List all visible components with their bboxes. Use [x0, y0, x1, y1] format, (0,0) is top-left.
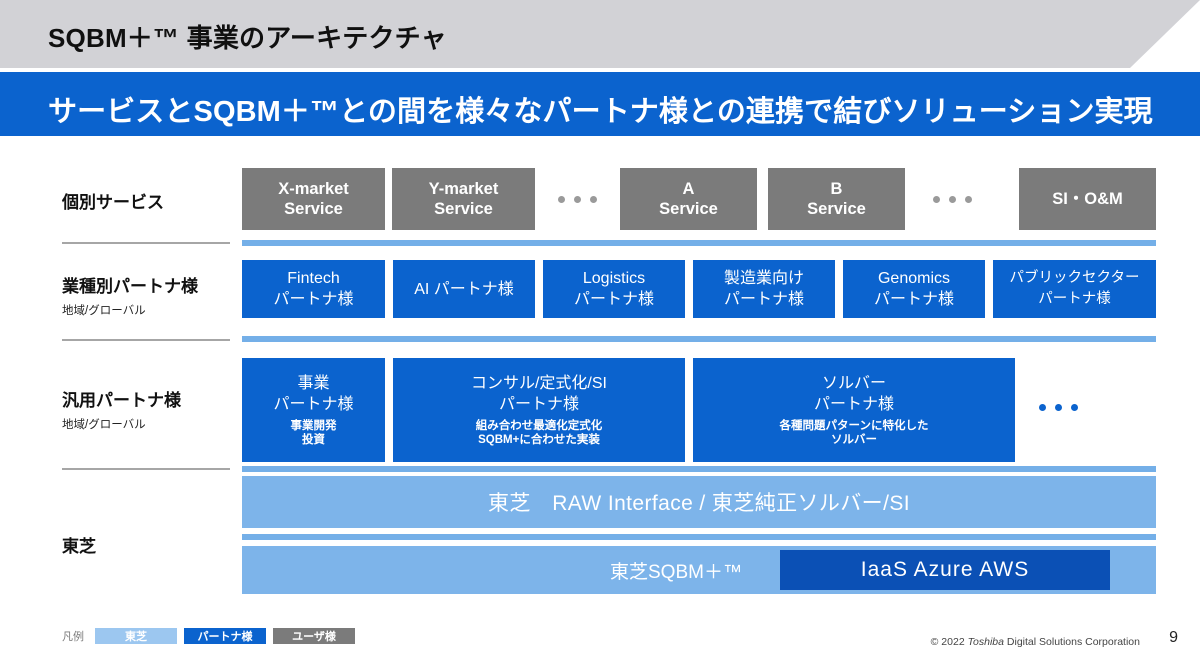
- general-partner-box-solver[interactable]: ソルバー パートナ様 各種問題パターンに特化した ソルバー: [693, 358, 1015, 462]
- service-box-a[interactable]: A Service: [620, 168, 757, 230]
- general-partner-line1: 事業: [297, 375, 330, 392]
- row-label-toshiba: 東芝: [62, 536, 242, 557]
- ellipsis-general-partners: [1039, 404, 1078, 411]
- general-partner-line2: パートナ様: [813, 396, 894, 413]
- partner-box-fintech[interactable]: Fintech パートナ様: [242, 260, 385, 318]
- legend-caption: 凡例: [62, 631, 84, 643]
- general-partner-box-business[interactable]: 事業 パートナ様 事業開発 投資: [242, 358, 385, 462]
- ellipsis-services-1: [558, 196, 597, 203]
- dot-icon: [965, 196, 972, 203]
- service-box-line1: B: [830, 180, 843, 198]
- row-divider-2: [62, 339, 230, 341]
- partner-box-line1: AI パートナ様: [414, 280, 514, 298]
- toshiba-raw-interface-text: 東芝 RAW Interface / 東芝純正ソルバー/SI: [488, 492, 910, 515]
- page-title: SQBM＋™ 事業のアーキテクチャ: [48, 23, 447, 53]
- iaas-providers-text: IaaS Azure AWS: [860, 558, 1030, 581]
- general-partner-box-consulting[interactable]: コンサル/定式化/SI パートナ様 組み合わせ最適化定式化 SQBM+に合わせた…: [393, 358, 685, 462]
- general-partner-line3: 事業開発: [290, 420, 337, 432]
- partner-box-public-sector[interactable]: パブリックセクター パートナ様: [993, 260, 1156, 318]
- partner-box-line2: パートナ様: [873, 291, 954, 308]
- partner-box-logistics[interactable]: Logistics パートナ様: [543, 260, 685, 318]
- dot-icon: [933, 196, 940, 203]
- title-banner-text: サービスとSQBM＋™との間を様々なパートナ様との連携で結びソリューション実現: [48, 96, 1153, 128]
- connector-bar-4: [242, 534, 1156, 540]
- service-box-x-market[interactable]: X-market Service: [242, 168, 385, 230]
- toshiba-sqbm-band[interactable]: 東芝SQBM＋™ IaaS Azure AWS: [242, 546, 1156, 594]
- connector-bar-2: [242, 336, 1156, 342]
- row-label-general-partners: 汎用パートナ様 地域/グローバル: [62, 390, 242, 432]
- copyright-post: Digital Solutions Corporation: [1004, 636, 1140, 648]
- dot-icon: [1071, 404, 1078, 411]
- partner-box-line1: Genomics: [877, 270, 951, 287]
- partner-box-line2: パートナ様: [273, 291, 354, 308]
- row-label-industry-partners: 業種別パートナ様 地域/グローバル: [62, 276, 242, 318]
- service-box-line1: X-market: [278, 180, 349, 198]
- general-partner-line1: コンサル/定式化/SI: [470, 375, 607, 392]
- row-label-text: 業種別パートナ様: [62, 277, 198, 296]
- row-divider-1: [62, 242, 230, 244]
- legend-chip-toshiba: 東芝: [95, 628, 177, 644]
- row-sublabel-text: 地域/グローバル: [62, 419, 146, 431]
- copyright-brand: Toshiba: [967, 636, 1004, 648]
- partner-box-line1: パブリックセクター: [1009, 270, 1140, 286]
- service-box-line1: SI・O&M: [1052, 190, 1123, 208]
- general-partner-line4: ソルバー: [831, 434, 877, 446]
- copyright-notice: © 2022 Toshiba Digital Solutions Corpora…: [931, 636, 1140, 648]
- partner-box-line1: Fintech: [287, 270, 340, 287]
- partner-box-line2: パートナ様: [573, 291, 654, 308]
- row-label-text: 個別サービス: [62, 193, 164, 212]
- toshiba-sqbm-label: 東芝SQBM＋™: [610, 561, 742, 583]
- service-box-b[interactable]: B Service: [768, 168, 905, 230]
- service-box-si-om[interactable]: SI・O&M: [1019, 168, 1156, 230]
- general-partner-line2: パートナ様: [273, 396, 354, 413]
- row-divider-3: [62, 468, 230, 470]
- dot-icon: [1039, 404, 1046, 411]
- service-box-line2: Service: [284, 200, 343, 218]
- partner-box-line2: パートナ様: [1038, 291, 1111, 307]
- dot-icon: [574, 196, 581, 203]
- service-box-line1: A: [682, 180, 695, 198]
- legend-chip-partner: パートナ様: [184, 628, 266, 644]
- partner-box-ai[interactable]: AI パートナ様: [393, 260, 535, 318]
- general-partner-line2: パートナ様: [498, 396, 579, 413]
- legend: 凡例 東芝 パートナ様 ユーザ様: [62, 628, 355, 644]
- partner-box-manufacturing[interactable]: 製造業向け パートナ様: [693, 260, 835, 318]
- dot-icon: [1055, 404, 1062, 411]
- architecture-diagram: 個別サービス X-market Service Y-market Service…: [0, 136, 1200, 616]
- page-number: 9: [1169, 629, 1178, 646]
- row-label-text: 東芝: [62, 537, 96, 556]
- general-partner-line3: 各種問題パターンに特化した: [779, 420, 929, 432]
- partner-box-line1: 製造業向け: [723, 270, 804, 287]
- partner-box-line1: Logistics: [582, 270, 646, 287]
- service-box-y-market[interactable]: Y-market Service: [392, 168, 535, 230]
- service-box-line2: Service: [434, 200, 493, 218]
- dot-icon: [590, 196, 597, 203]
- general-partner-line3: 組み合わせ最適化定式化: [475, 420, 603, 432]
- service-box-line2: Service: [659, 200, 718, 218]
- partner-box-genomics[interactable]: Genomics パートナ様: [843, 260, 985, 318]
- row-sublabel-text: 地域/グローバル: [62, 305, 146, 317]
- copyright-pre: © 2022: [930, 636, 968, 648]
- connector-bar-1: [242, 240, 1156, 246]
- general-partner-line4: 投資: [302, 434, 325, 446]
- dot-icon: [558, 196, 565, 203]
- iaas-providers-box[interactable]: IaaS Azure AWS: [780, 550, 1110, 590]
- general-partner-line4: SQBM+に合わせた実装: [478, 434, 600, 446]
- row-label-text: 汎用パートナ様: [62, 391, 181, 410]
- dot-icon: [949, 196, 956, 203]
- ellipsis-services-2: [933, 196, 972, 203]
- connector-bar-3: [242, 466, 1156, 472]
- general-partner-line1: ソルバー: [821, 375, 886, 392]
- partner-box-line2: パートナ様: [723, 291, 804, 308]
- legend-chip-user: ユーザ様: [273, 628, 355, 644]
- service-box-line1: Y-market: [428, 180, 499, 198]
- service-box-line2: Service: [807, 200, 866, 218]
- row-label-individual-services: 個別サービス: [62, 192, 242, 213]
- toshiba-raw-interface-band[interactable]: 東芝 RAW Interface / 東芝純正ソルバー/SI: [242, 476, 1156, 528]
